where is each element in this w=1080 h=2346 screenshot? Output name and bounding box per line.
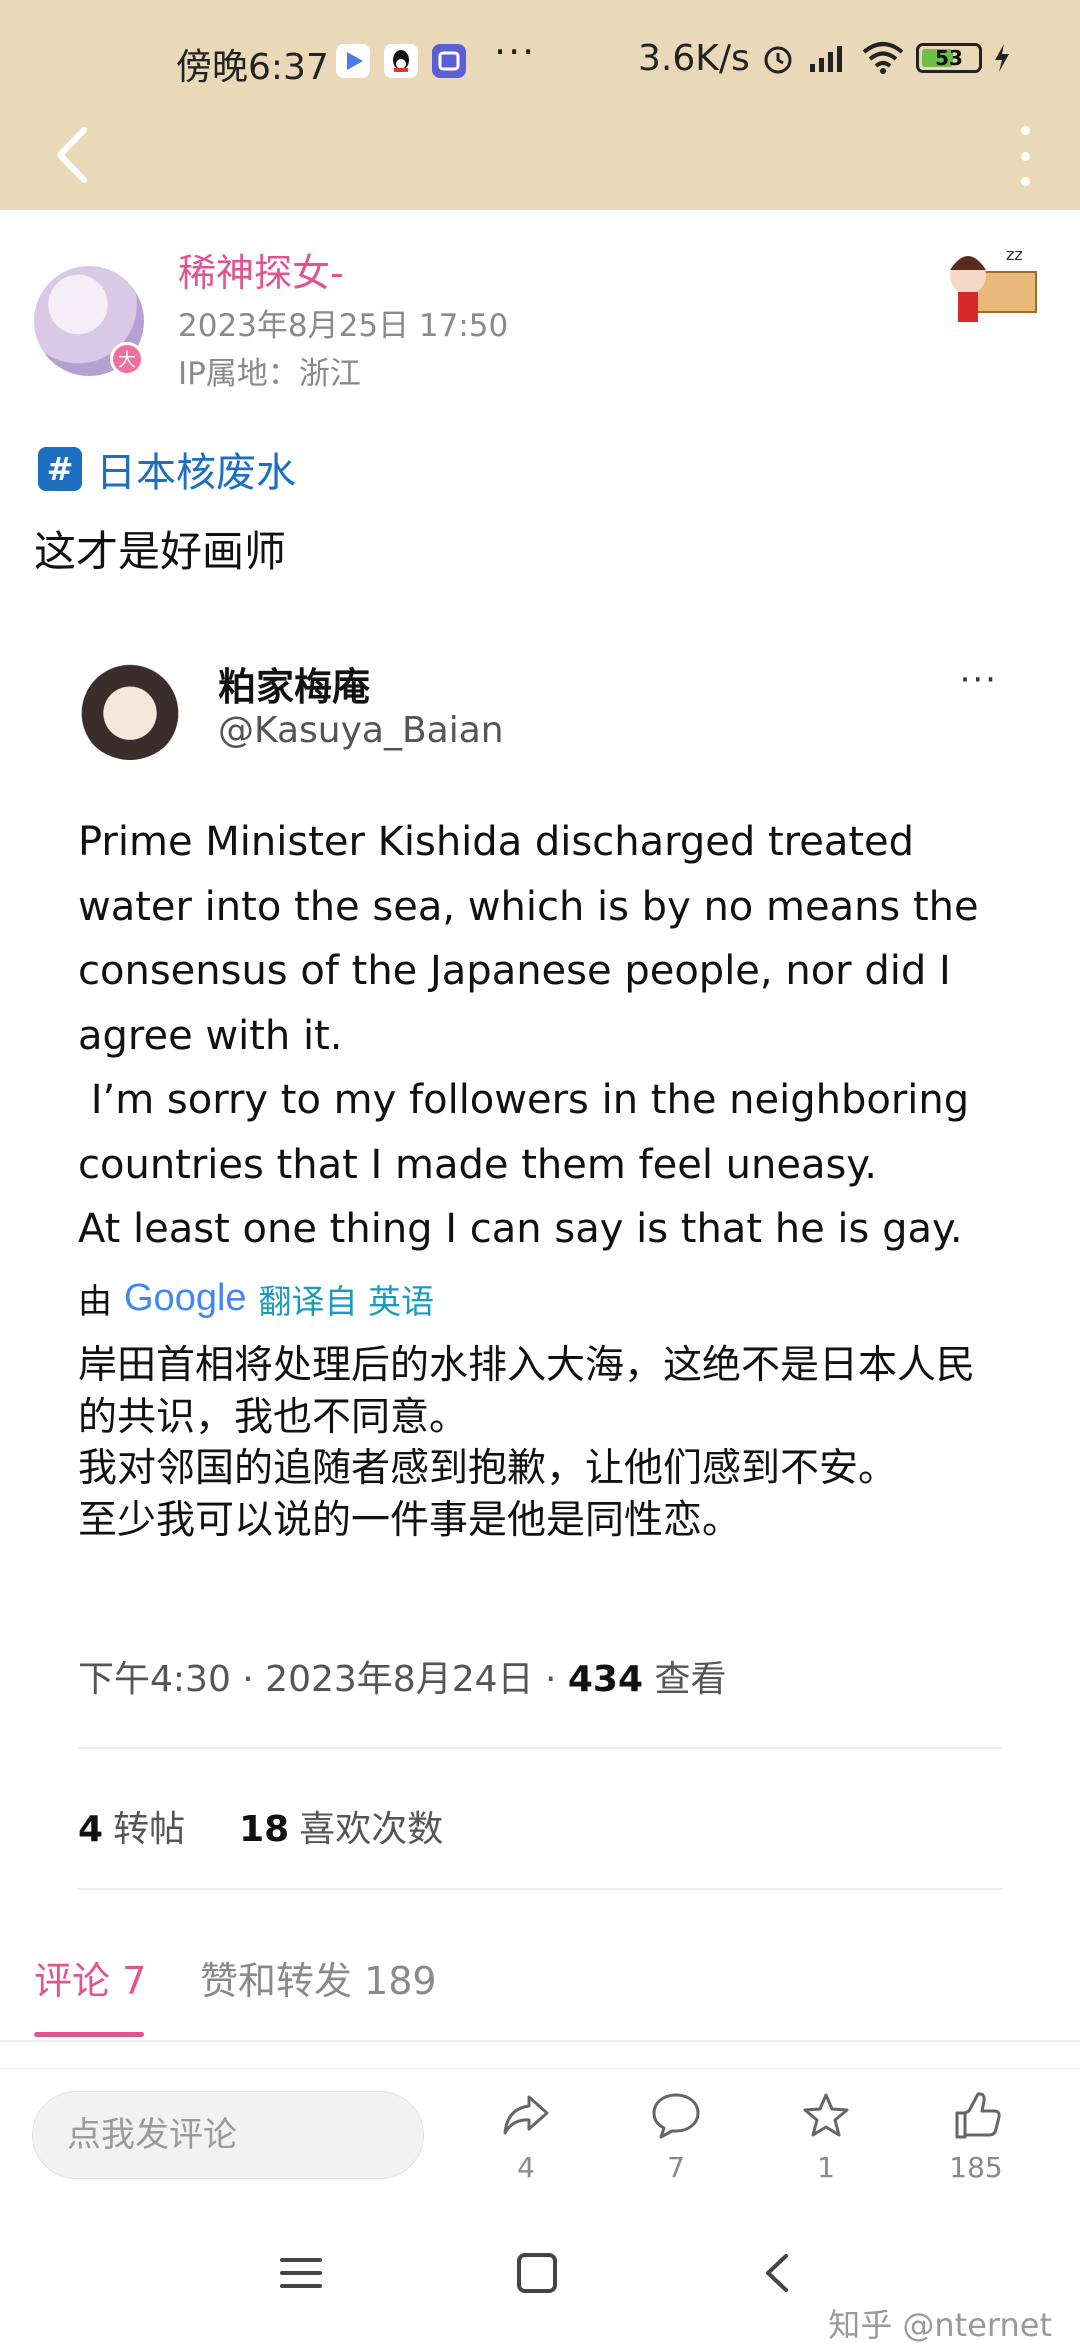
tab-likes-reposts[interactable]: 赞和转发 189 [200,1950,437,2005]
tweet-meta: 下午4:30 · 2023年8月24日 · 434 查看 [78,1650,726,1702]
translated-from-label: 翻译自 英语 [258,1281,435,1321]
divider [78,1888,1002,1890]
topic-label: 日本核废水 [96,450,296,496]
tweet-time: 下午4:30 · 2023年8月24日 · [78,1659,568,1700]
tweet-text-chinese: 岸田首相将处理后的水排入大海，这绝不是日本人民的共识，我也不同意。 我对邻国的追… [78,1343,976,1543]
active-tab-indicator [34,2032,144,2037]
retweets-stat: 4 转帖 [78,1800,185,1852]
translated-by-prefix: 由 [78,1282,112,1322]
retweets-count: 4 [78,1809,104,1850]
svg-text:zz: zz [1006,245,1023,264]
divider [78,1747,1002,1749]
more-options-button[interactable] [1010,126,1040,186]
menu-icon[interactable] [278,2250,324,2296]
hashtag-icon: # [38,447,82,491]
google-logo: Google [124,1277,247,1319]
divider [0,2040,1080,2042]
tweet-stats: 4 转帖 18 喜欢次数 [78,1800,443,1852]
share-count: 4 [517,2151,535,2184]
tweet-more-icon: ··· [959,660,998,700]
comment-count: 7 [667,2151,685,2184]
tieba-icon [432,44,466,78]
retweets-label: 转帖 [113,1809,186,1850]
star-icon [803,2093,849,2137]
thumbs-up-icon [955,2092,1001,2139]
tweet-handle: @Kasuya_Baian [218,710,504,751]
tweet-views-count: 434 [567,1659,643,1700]
tweet-views-label: 查看 [643,1659,727,1700]
comment-tabs: 评论 7 赞和转发 189 [0,1950,1080,2038]
post-date: 2023年8月25日 17:50 [178,308,509,344]
like-button[interactable]: 185 [926,2089,1026,2184]
share-button[interactable]: 4 [476,2089,576,2184]
favorite-button[interactable]: 1 [776,2089,876,2184]
tweet-text-english: Prime Minister Kishida discharged treate… [78,819,979,1252]
status-more-indicator: ··· [494,30,537,74]
post-text: 这才是好画师 [34,527,287,576]
comment-input[interactable]: 点我发评论 [32,2091,424,2179]
battery-icon: 53 [916,43,982,73]
watermark: 知乎 @nternet [828,2306,1052,2344]
translation-attribution: 由 Google 翻译自 英语 [78,1274,434,1323]
top-header: 傍晚6:37 ··· 3.6K/s 53 [0,0,1080,210]
comment-button[interactable]: 7 [626,2089,726,2184]
author-badge: 大 [110,342,144,376]
battery-level: 53 [935,46,963,70]
qq-icon [384,44,418,78]
alarm-icon [764,46,792,74]
comment-icon [652,2093,700,2139]
author-name[interactable]: 稀神探女- [178,242,344,297]
tweet-author-avatar [78,656,182,760]
charging-icon [995,44,1009,72]
author-row: 大 稀神探女- 2023年8月25日 17:50 IP属地：浙江 zz [34,245,1046,402]
like-count: 185 [949,2151,1003,2184]
network-speed: 3.6K/s [638,38,750,79]
likes-stat: 18 喜欢次数 [239,1800,443,1852]
status-icons: 53 [760,40,1012,76]
topic-tag[interactable]: # 日本核废水 [38,440,296,498]
nav-row [0,120,1080,210]
chevron-left-icon [57,127,87,183]
likes-count: 18 [239,1809,290,1850]
status-bar: 傍晚6:37 ··· 3.6K/s 53 [0,0,1080,120]
back-button[interactable] [48,120,108,190]
sleeping-character-decoration: zz [950,245,1037,322]
video-app-icon [336,44,370,78]
tweet-display-name: 粕家梅庵 [218,665,371,709]
home-square-icon[interactable] [514,2250,560,2296]
wifi-icon [862,42,904,74]
ip-location: IP属地：浙江 [178,356,361,392]
star-count: 1 [817,2151,835,2184]
status-time: 傍晚6:37 [176,47,329,88]
bottom-action-bar: 点我发评论 4 7 1 185 [0,2068,1080,2198]
back-arrow-icon[interactable] [756,2250,802,2296]
share-icon [503,2095,549,2135]
likes-label: 喜欢次数 [299,1809,444,1850]
tab-comments[interactable]: 评论 7 [34,1950,146,2005]
signal-icon [810,46,842,72]
